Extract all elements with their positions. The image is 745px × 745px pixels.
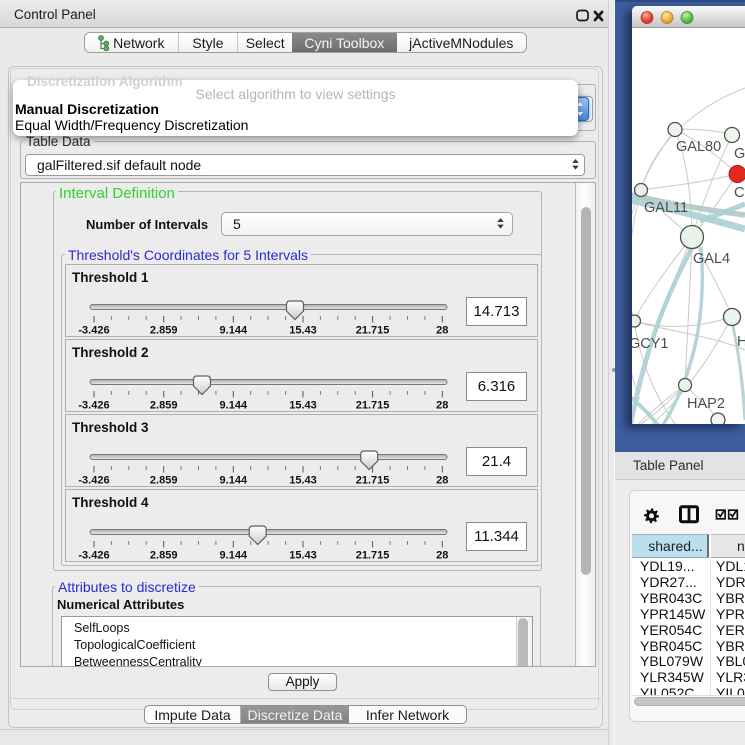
svg-text:GAL80: GAL80 [676, 139, 721, 155]
svg-text:-3.426: -3.426 [78, 400, 109, 412]
svg-text:GCY1: GCY1 [632, 336, 669, 352]
svg-text:GA: GA [734, 146, 745, 162]
svg-text:28: 28 [436, 550, 448, 562]
svg-text:21.715: 21.715 [356, 550, 390, 562]
svg-text:15.43: 15.43 [289, 550, 317, 562]
svg-text:GAL4: GAL4 [693, 251, 730, 267]
svg-text:C: C [734, 185, 744, 201]
svg-text:21.715: 21.715 [356, 325, 390, 337]
svg-text:9.144: 9.144 [220, 325, 248, 337]
svg-text:28: 28 [436, 475, 448, 487]
svg-text:H: H [737, 334, 745, 350]
svg-text:GAL11: GAL11 [644, 200, 688, 216]
svg-text:2.859: 2.859 [150, 325, 178, 337]
svg-text:15.43: 15.43 [289, 325, 317, 337]
svg-text:21.715: 21.715 [356, 475, 390, 487]
svg-text:-3.426: -3.426 [78, 475, 109, 487]
svg-text:9.144: 9.144 [220, 475, 248, 487]
svg-text:28: 28 [436, 400, 448, 412]
svg-text:2.859: 2.859 [150, 400, 178, 412]
svg-text:-3.426: -3.426 [78, 325, 109, 337]
svg-text:15.43: 15.43 [289, 400, 317, 412]
svg-text:-3.426: -3.426 [78, 550, 109, 562]
svg-text:9.144: 9.144 [220, 550, 248, 562]
svg-text:15.43: 15.43 [289, 475, 317, 487]
svg-text:HAP2: HAP2 [687, 396, 725, 412]
svg-text:21.715: 21.715 [356, 400, 390, 412]
svg-text:28: 28 [436, 325, 448, 337]
svg-text:2.859: 2.859 [150, 475, 178, 487]
svg-text:9.144: 9.144 [220, 400, 248, 412]
svg-text:2.859: 2.859 [150, 550, 178, 562]
